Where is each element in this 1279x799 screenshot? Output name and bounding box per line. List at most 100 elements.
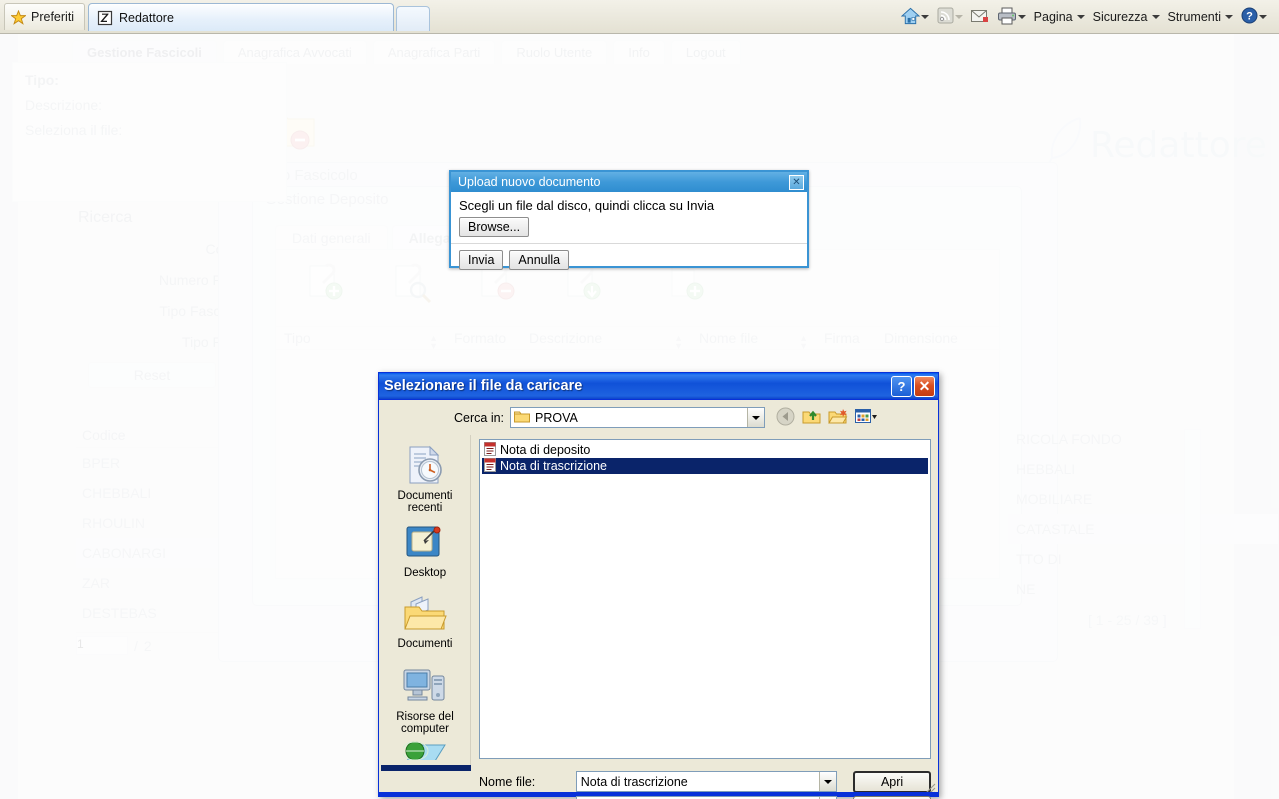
help-icon[interactable]: ?: [891, 375, 912, 397]
tab-dati-generali[interactable]: Dati generali: [275, 225, 388, 250]
desktop-icon: [404, 524, 446, 565]
security-caret-icon: [1151, 15, 1160, 19]
app-tab-ruolo-utente[interactable]: Ruolo Utente: [501, 40, 608, 64]
page-menu-label: Pagina: [1033, 10, 1073, 24]
column-header-descrizione[interactable]: Descrizione ▲ ▼: [521, 330, 691, 351]
page-number-input[interactable]: 1: [76, 636, 128, 655]
help-menu[interactable]: ?: [1237, 5, 1271, 29]
security-menu[interactable]: Sicurezza: [1089, 5, 1164, 29]
column-header-dimensione[interactable]: Dimensione: [876, 330, 981, 346]
place-documenti[interactable]: Documenti: [381, 579, 469, 650]
table-row[interactable]: MOBILIARE: [1008, 484, 1278, 514]
close-icon[interactable]: ✕: [914, 375, 935, 397]
app-tab-anagrafica-parti[interactable]: Anagrafica Parti: [372, 40, 496, 64]
create-new-folder-icon[interactable]: [828, 407, 848, 428]
column-header-nome-file[interactable]: Nome file ▲ ▼: [691, 330, 816, 351]
file-dialog-toolbar: Cerca in: PROVA: [379, 400, 938, 435]
place-documenti-recenti[interactable]: Documenti recenti: [381, 435, 469, 514]
tab-strip: Redattore: [88, 3, 430, 31]
filename-input[interactable]: Nota di trascrizione: [575, 771, 838, 792]
file-dialog-title: Selezionare il file da caricare: [384, 378, 583, 394]
place-desktop[interactable]: Desktop: [381, 514, 469, 579]
vertical-scrollbar[interactable]: [1184, 429, 1201, 629]
list-item[interactable]: Nota di trascrizione: [482, 457, 928, 474]
my-documents-icon: [402, 595, 448, 636]
home-caret-icon: [920, 15, 929, 19]
nd-label-seleziona-file: Seleziona il file:: [25, 122, 123, 138]
sort-icon: ▲ ▼: [674, 333, 683, 351]
view-attachment-icon[interactable]: [390, 258, 438, 306]
help-caret-icon: [1259, 15, 1267, 19]
browser-tab-redattore[interactable]: Redattore: [88, 3, 394, 31]
command-bar: Pagina Sicurezza Strumenti ?: [897, 4, 1271, 30]
cancel-button[interactable]: Annulla: [853, 795, 932, 799]
mail-button[interactable]: [967, 5, 993, 29]
upload-dialog-title: Upload nuovo documento: [458, 175, 601, 189]
filename-value: Nota di trascrizione: [580, 774, 688, 789]
upload-dialog-actions: Invia Annulla: [451, 244, 807, 270]
print-button[interactable]: [993, 5, 1030, 29]
up-one-level-icon[interactable]: [802, 407, 821, 428]
col-label: Dimensione: [884, 330, 958, 346]
app-tab-info[interactable]: Info: [613, 40, 665, 64]
place-risorse-del-computer[interactable]: Risorse del computer: [381, 650, 469, 735]
back-icon[interactable]: [776, 407, 795, 429]
invia-button[interactable]: Invia: [459, 250, 504, 270]
open-button[interactable]: Apri: [853, 770, 931, 793]
upload-dialog-body: Scegli un file dal disco, quindi clicca …: [451, 192, 807, 237]
page-total: 2: [143, 637, 152, 654]
tools-menu-label: Strumenti: [1167, 10, 1222, 24]
close-icon[interactable]: ✕: [789, 174, 804, 190]
new-tab-button[interactable]: [396, 6, 430, 31]
col-label: Tipo: [284, 330, 311, 346]
table-row[interactable]: TTO DI: [1008, 544, 1278, 574]
chevron-down-icon[interactable]: [819, 772, 837, 791]
print-caret-icon: [1017, 15, 1026, 19]
file-dialog-titlebar[interactable]: Selezionare il file da caricare ? ✕: [379, 373, 938, 400]
annulla-button[interactable]: Annulla: [509, 250, 570, 270]
network-places-icon: [401, 741, 447, 760]
column-header-formato[interactable]: Formato: [446, 330, 521, 346]
browser-tab-title: Redattore: [119, 10, 174, 25]
app-tab-anagrafica-avvocati[interactable]: Anagrafica Avvocati: [222, 40, 367, 64]
look-in-combobox[interactable]: PROVA: [510, 407, 766, 428]
chevron-down-icon[interactable]: [747, 408, 765, 427]
table-row[interactable]: CATASTALE: [1008, 514, 1278, 544]
column-header-tipo[interactable]: Tipo ▲ ▼: [276, 330, 446, 351]
table-row[interactable]: RICOLA FONDO: [1008, 424, 1278, 454]
app-tab-logout[interactable]: Logout: [670, 40, 741, 64]
col-label: Firma: [824, 330, 860, 346]
print-icon: [997, 7, 1017, 28]
home-button[interactable]: [897, 5, 933, 29]
tools-menu[interactable]: Strumenti: [1164, 5, 1238, 29]
browse-button[interactable]: Browse...: [459, 217, 530, 237]
page-caret-icon: [1076, 15, 1085, 19]
app-tab-label: Logout: [685, 45, 726, 60]
views-icon[interactable]: [855, 408, 878, 428]
feeds-button[interactable]: [933, 5, 967, 29]
file-list[interactable]: Nota di deposito Nota di trascrizione: [479, 439, 931, 759]
app-logo: Redattore: [1040, 114, 1267, 176]
reset-button[interactable]: Reset: [88, 362, 216, 388]
column-header-firma[interactable]: Firma: [816, 330, 876, 346]
filename-label: Nome file:: [479, 774, 536, 789]
help-icon: ?: [1241, 7, 1258, 27]
my-computer-icon: [402, 666, 448, 709]
app-tab-gestione-fascicoli[interactable]: Gestione Fascicoli: [72, 40, 217, 64]
nuovo-documento-panel: Tipo: Descrizione: Seleziona il file:: [12, 62, 287, 202]
file-dialog-nav-icons: [776, 407, 878, 429]
table-row[interactable]: NE: [1008, 574, 1278, 604]
table-row[interactable]: HEBBALI: [1008, 454, 1278, 484]
page-separator: /: [134, 637, 138, 654]
page-menu[interactable]: Pagina: [1030, 5, 1089, 29]
recent-documents-icon: [402, 445, 448, 488]
favorites-label: Preferiti: [31, 10, 75, 24]
security-menu-label: Sicurezza: [1092, 10, 1148, 24]
app-tab-label: Anagrafica Parti: [387, 45, 481, 60]
place-label: Desktop: [403, 567, 447, 579]
add-attachment-icon[interactable]: [304, 258, 352, 306]
place-network[interactable]: [381, 735, 469, 760]
tools-caret-icon: [1225, 15, 1233, 19]
favorites-bar-button[interactable]: Preferiti: [4, 3, 86, 30]
list-item[interactable]: Nota di deposito: [482, 441, 928, 458]
